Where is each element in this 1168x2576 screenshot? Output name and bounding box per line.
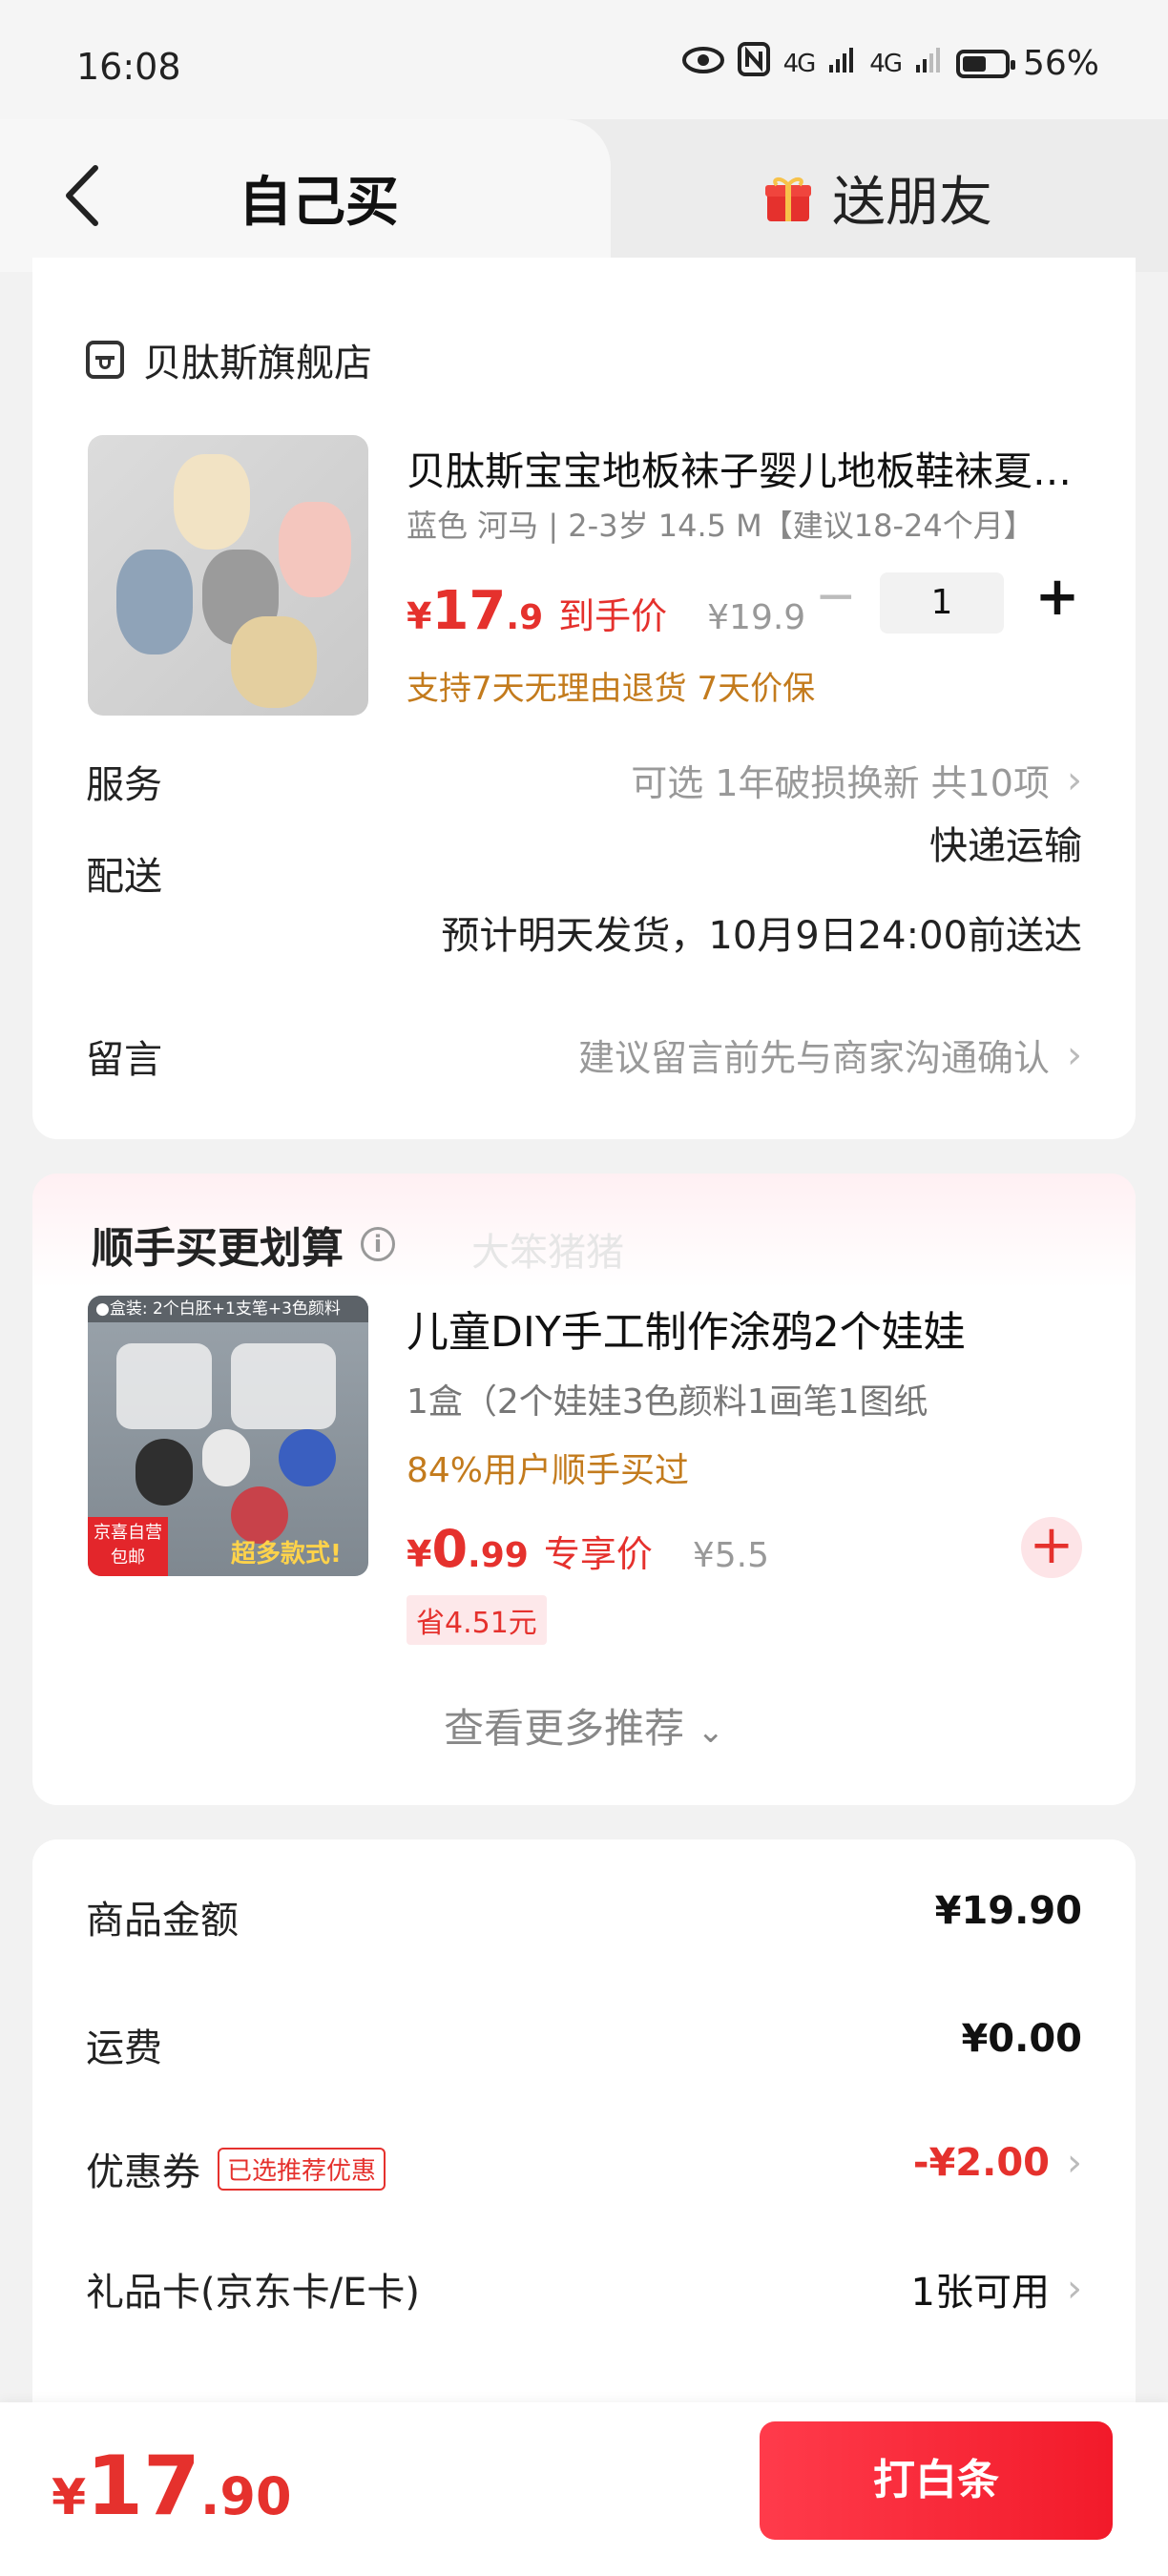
price-integer: 17 <box>431 580 507 642</box>
order-card: 贝肽斯旗舰店 贝肽斯宝宝地板袜子婴儿地板鞋袜夏季薄款 蓝色 河马 | 2-3岁 … <box>32 258 1136 1139</box>
minus-icon[interactable]: − <box>815 571 857 621</box>
addon-product-image[interactable]: ●盒装: 2个白胚+1支笔+3色颜料 超多款式! 京喜自营 包邮 <box>88 1296 368 1576</box>
addon-image-badge: 京喜自营 包邮 <box>88 1517 168 1576</box>
support-policy: 支持7天无理由退货 7天价保 <box>407 670 816 708</box>
chevron-right-icon: › <box>1067 2141 1082 2185</box>
see-more-label: 查看更多推荐 <box>444 1705 685 1752</box>
goods-amount-value: ¥19.90 <box>934 1889 1082 1933</box>
chevron-right-icon: › <box>1067 2267 1082 2311</box>
addon-original-price: ¥5.5 <box>692 1536 769 1575</box>
total-decimal: .90 <box>199 2466 292 2526</box>
tab-self-buy[interactable]: 自己买 <box>0 119 611 272</box>
addon-title-row: 顺手买更划算 i <box>92 1214 395 1275</box>
gift-icon <box>763 174 813 223</box>
add-addon-plus-icon[interactable]: + <box>1021 1517 1082 1578</box>
message-placeholder[interactable]: 建议留言前先与商家沟通确认 <box>578 1028 1050 1081</box>
tab-send-friend[interactable]: 送朋友 <box>763 159 992 237</box>
total-integer: 17 <box>86 2439 200 2534</box>
info-icon[interactable]: i <box>361 1227 395 1261</box>
addon-recommend-card: 顺手买更划算 i 大笨猪猪 ●盒装: 2个白胚+1支笔+3色颜料 超多款式! 京… <box>32 1174 1136 1805</box>
tab-self-buy-label: 自己买 <box>239 172 399 234</box>
pay-button[interactable]: 打白条 <box>760 2421 1113 2540</box>
product-price-row: ¥ 17 .9 到手价 ¥19.9 <box>407 580 1113 642</box>
addon-price-row: ¥ 0 .99 专享价 ¥5.5 <box>407 1519 769 1579</box>
addon-price-decimal: .99 <box>468 1536 529 1575</box>
message-value-wrap: 建议留言前先与商家沟通确认 › <box>578 1028 1082 1081</box>
delivery-label: 配送 <box>86 855 162 899</box>
coupon-value: -¥2.00 <box>912 2141 1050 2185</box>
chevron-right-icon: › <box>1067 758 1082 802</box>
see-more-recommend[interactable]: 查看更多推荐 ⌄ <box>32 1696 1136 1755</box>
signal-icon: 4G <box>782 49 817 78</box>
price-tag: 到手价 <box>558 595 668 637</box>
order-total: ¥ 17 .90 <box>52 2439 292 2534</box>
gift-card-label: 礼品卡(京东卡/E卡) <box>86 2271 420 2315</box>
store-name: 贝肽斯旗舰店 <box>143 342 372 385</box>
product-spec[interactable]: 蓝色 河马 | 2-3岁 14.5 M【建议18-24个月】 <box>407 502 1034 546</box>
price-currency: ¥ <box>407 595 432 637</box>
signal-bars-icon-2 <box>914 44 943 83</box>
checkout-bar: ¥ 17 .90 打白条 <box>0 2402 1168 2576</box>
addon-buyers-text: 84%用户顺手买过 <box>407 1451 690 1490</box>
watermark: 大笨猪猪 <box>471 1231 624 1275</box>
addon-image-strip: ●盒装: 2个白胚+1支笔+3色颜料 <box>88 1296 368 1322</box>
battery-level <box>962 55 986 72</box>
purchase-mode-tabs: 自己买 送朋友 <box>0 119 1168 272</box>
addon-price-integer: 0 <box>431 1519 469 1579</box>
signal-icon-2: 4G <box>869 49 903 78</box>
back-arrow-icon[interactable] <box>59 162 107 229</box>
gift-card-value: 1张可用 <box>910 2271 1050 2315</box>
store-row[interactable]: 贝肽斯旗舰店 <box>86 332 372 387</box>
addon-image-slogan: 超多款式! <box>231 1540 342 1568</box>
chevron-down-icon: ⌄ <box>697 1713 724 1751</box>
addon-title: 顺手买更划算 <box>92 1224 344 1273</box>
coupon-value-wrap: -¥2.00 › <box>913 2141 1082 2185</box>
battery-icon <box>955 49 1015 78</box>
addon-product-name[interactable]: 儿童DIY手工制作涂鸦2个娃娃 <box>407 1298 966 1359</box>
nfc-icon <box>737 42 770 85</box>
status-time: 16:08 <box>76 46 181 88</box>
shipping-fee-label: 运费 <box>86 2026 162 2070</box>
tab-send-friend-label: 送朋友 <box>832 172 992 234</box>
coupon-row[interactable]: 优惠券 已选推荐优惠 -¥2.00 › <box>86 2141 1082 2198</box>
signal-bars-icon <box>827 44 856 83</box>
product-image[interactable] <box>88 435 368 716</box>
chevron-right-icon: › <box>1067 1032 1082 1077</box>
battery-percent: 56% <box>1022 44 1099 83</box>
coupon-label: 优惠券 <box>86 2150 200 2194</box>
shipping-fee-value: ¥0.00 <box>961 2017 1082 2061</box>
status-icons: 4G 4G 56% <box>681 42 1099 85</box>
quantity-input[interactable]: 1 <box>880 572 1004 634</box>
addon-product-spec: 1盒（2个娃娃3色颜料1画笔1图纸 <box>407 1382 928 1422</box>
coupon-badge: 已选推荐优惠 <box>218 2147 386 2191</box>
addon-price-currency: ¥ <box>407 1533 432 1575</box>
eye-icon <box>681 44 724 83</box>
goods-amount-row: 商品金额 ¥19.90 <box>86 1889 1082 1946</box>
service-value: 可选 1年破损换新 共10项 <box>631 762 1050 804</box>
service-row[interactable]: 服务 可选 1年破损换新 共10项 › <box>86 754 1082 811</box>
gift-card-row[interactable]: 礼品卡(京东卡/E卡) 1张可用 › <box>86 2261 1082 2318</box>
delivery-eta: 预计明天发货，10月9日24:00前送达 <box>441 914 1082 958</box>
addon-save-badge: 省4.51元 <box>407 1595 547 1645</box>
service-label: 服务 <box>86 763 162 807</box>
delivery-method: 快递运输 <box>929 824 1082 868</box>
service-value-wrap: 可选 1年破损换新 共10项 › <box>631 754 1082 806</box>
product-title[interactable]: 贝肽斯宝宝地板袜子婴儿地板鞋袜夏季薄款 <box>407 439 1103 496</box>
status-bar: 16:08 4G 4G 56% <box>0 0 1168 124</box>
message-label: 留言 <box>86 1038 162 1082</box>
store-icon <box>86 341 124 379</box>
gift-card-value-wrap: 1张可用 › <box>911 2261 1082 2316</box>
plus-icon[interactable]: + <box>1034 569 1080 626</box>
message-row[interactable]: 留言 建议留言前先与商家沟通确认 › <box>86 1028 1082 1086</box>
goods-amount-label: 商品金额 <box>86 1899 239 1942</box>
coupon-label-wrap: 优惠券 已选推荐优惠 <box>86 2141 386 2196</box>
shipping-fee-row: 运费 ¥0.00 <box>86 2017 1082 2074</box>
total-currency: ¥ <box>52 2469 87 2526</box>
price-decimal: .9 <box>506 598 544 637</box>
addon-price-tag: 专享价 <box>543 1533 653 1575</box>
original-price: ¥19.9 <box>707 598 806 637</box>
